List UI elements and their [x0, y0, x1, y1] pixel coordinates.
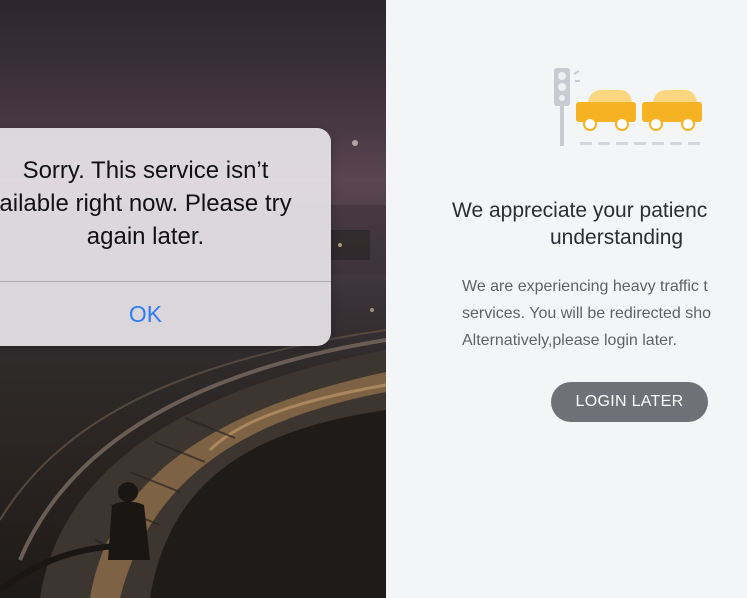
notice-body-line: Alternatively,please login later. [462, 332, 677, 349]
alert-message-line: again later. [86, 223, 205, 250]
notice-body-line: We are experiencing heavy traffic t [462, 278, 708, 295]
notice-heading-line: We appreciate your patienc [452, 199, 708, 222]
car-icon [642, 90, 702, 131]
notice-body: We are experiencing heavy traffic t serv… [462, 273, 711, 354]
road-lines [580, 142, 700, 145]
alert-message-line: Sorry. This service isn’t [22, 157, 269, 184]
left-panel: Sorry. This service isn’t ailable right … [0, 0, 386, 598]
car-icon [576, 90, 636, 131]
alert-message: Sorry. This service isn’t ailable right … [0, 154, 331, 253]
alert-dialog: Sorry. This service isn’t ailable right … [0, 128, 331, 346]
right-panel: We appreciate your patienc understanding… [386, 0, 747, 598]
notice-body-line: services. You will be redirected sho [462, 305, 712, 322]
notice-heading-line: understanding [550, 226, 684, 249]
traffic-jam-illustration [554, 68, 702, 146]
notice-heading: We appreciate your patienc understanding [452, 197, 747, 251]
login-later-button[interactable]: LOGIN LATER [551, 382, 708, 422]
alert-message-line: ailable right now. Please try [0, 190, 292, 217]
ok-button[interactable]: OK [0, 282, 331, 346]
split-screenshot: Sorry. This service isn’t ailable right … [0, 0, 747, 598]
